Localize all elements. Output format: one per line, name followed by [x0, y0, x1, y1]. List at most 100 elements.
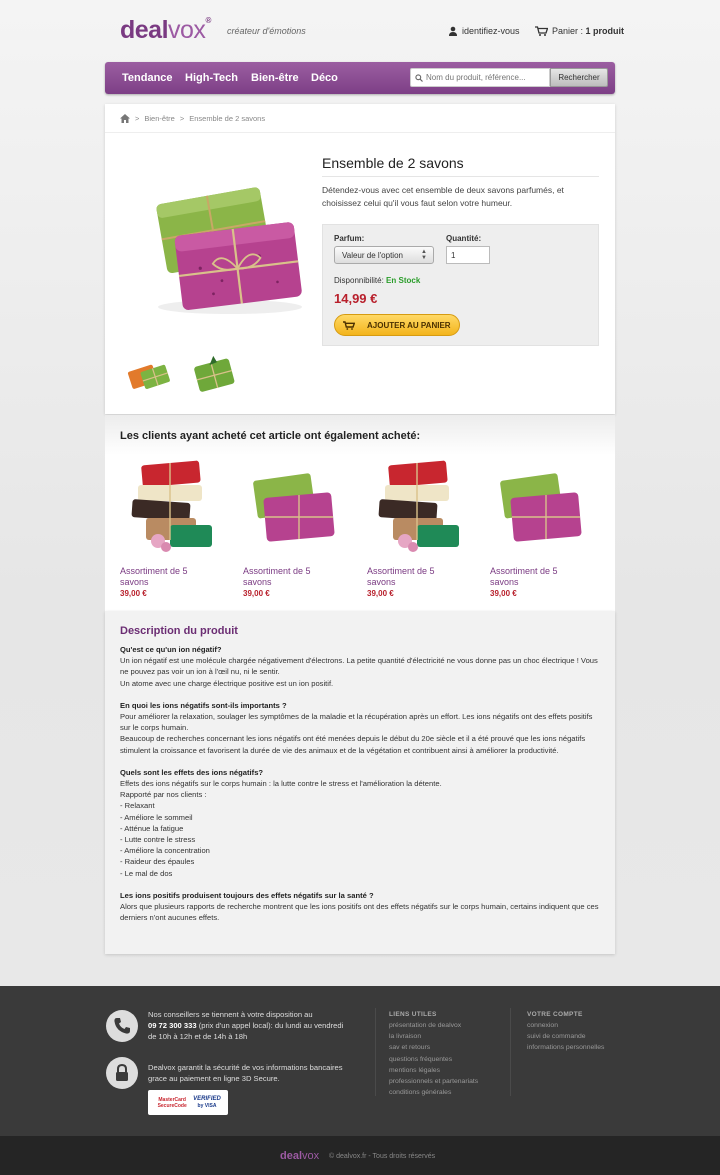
description-section: Les ions positifs produisent toujours de… — [120, 890, 602, 924]
site-header: dealvox® créateur d'émotions identifiez-… — [0, 0, 720, 62]
related-item[interactable]: Assortiment de 5 savons 39,00 € — [490, 455, 595, 598]
option-select-value: Valeur de l'option — [342, 251, 403, 260]
list-item: - Lutte contre le stress — [120, 835, 196, 845]
verified-by-visa-logo: VERIFIED by VISA — [193, 1095, 221, 1109]
cart-icon — [535, 26, 548, 36]
option-label: Parfum: — [334, 234, 365, 243]
footer-link[interactable]: la livraison — [389, 1031, 478, 1042]
quantity-label: Quantité: — [446, 234, 482, 243]
account-links-list: connexion suivi de commande informations… — [527, 1020, 604, 1054]
breadcrumb-separator: > — [179, 114, 185, 123]
select-arrows-icon: ▲ ▼ — [421, 249, 427, 261]
description-section: En quoi les ions négatifs sont-ils impor… — [120, 700, 602, 756]
section-heading: Qu'est ce qu'un ion négatif? — [120, 645, 222, 654]
secure-payment-badges: MasterCard SecureCode VERIFIED by VISA — [148, 1090, 228, 1115]
phone-number[interactable]: 09 72 300 333 — [148, 1021, 197, 1030]
product-title: Ensemble de 2 savons — [322, 155, 599, 177]
dealvox-logo[interactable]: dealvox® — [120, 16, 211, 45]
add-to-cart-label: AJOUTER AU PANIER — [367, 320, 451, 330]
related-item-name[interactable]: Assortiment de 5 savons — [490, 566, 580, 588]
section-text: Un atome avec une charge électrique posi… — [120, 678, 334, 688]
lock-icon — [106, 1057, 138, 1089]
useful-links-title: LIENS UTILES — [389, 1011, 437, 1018]
cart-link[interactable]: Panier : 1 produit — [535, 26, 624, 36]
description-section: Quels sont les effets des ions négatifs?… — [120, 767, 602, 879]
list-item: - Améliore le sommeil — [120, 812, 193, 822]
breadcrumb-category[interactable]: Bien-être — [144, 114, 174, 123]
breadcrumb: > Bien-être > Ensemble de 2 savons — [120, 114, 265, 123]
footer-link[interactable]: présentation de dealvox — [389, 1020, 478, 1031]
footer-link[interactable]: suivi de commande — [527, 1031, 604, 1042]
related-products: Les clients ayant acheté cet article ont… — [105, 415, 615, 611]
footer-link[interactable]: professionnels et partenariats — [389, 1076, 478, 1087]
related-item-price: 39,00 € — [367, 589, 394, 598]
option-select[interactable]: Valeur de l'option ▲ ▼ — [334, 246, 434, 264]
related-product-image[interactable] — [243, 455, 348, 560]
footer-divider — [375, 1008, 376, 1096]
section-text: Effets des ions négatifs sur le corps hu… — [120, 779, 442, 789]
breadcrumb-divider — [105, 132, 615, 133]
search-icon — [415, 73, 423, 82]
user-icon — [449, 26, 457, 36]
product-thumbnail-2[interactable] — [190, 352, 240, 396]
related-product-image[interactable] — [120, 455, 225, 560]
related-product-image[interactable] — [367, 455, 472, 560]
related-item-name[interactable]: Assortiment de 5 savons — [367, 566, 457, 588]
search-field[interactable] — [410, 68, 550, 87]
section-heading: Quels sont les effets des ions négatifs? — [120, 767, 264, 777]
footer-link[interactable]: mentions légales — [389, 1065, 478, 1076]
search-button[interactable]: Rechercher — [550, 68, 608, 87]
breadcrumb-separator: > — [135, 114, 140, 123]
contact-text: Nos conseillers se tiennent à votre disp… — [148, 1010, 344, 1041]
footer-logo[interactable]: dealvox — [280, 1150, 319, 1162]
account-links-title: VOTRE COMPTE — [527, 1011, 583, 1018]
footer-link[interactable]: sav et retours — [389, 1042, 478, 1053]
nav-tendance[interactable]: Tendance — [122, 72, 173, 84]
description-body: Qu'est ce qu'un ion négatif? Un ion néga… — [120, 644, 602, 934]
footer-link[interactable]: questions fréquentes — [389, 1054, 478, 1065]
add-to-cart-button[interactable]: AJOUTER AU PANIER — [334, 314, 460, 336]
product-price: 14,99 € — [334, 291, 378, 306]
product-main-image[interactable] — [140, 169, 315, 319]
availability-label: Disponnibilité: — [334, 276, 384, 285]
related-item[interactable]: Assortiment de 5 savons 39,00 € — [120, 455, 225, 598]
nav-deco[interactable]: Déco — [311, 72, 338, 84]
section-heading: En quoi les ions négatifs sont-ils impor… — [120, 700, 287, 710]
search-input[interactable] — [426, 73, 546, 82]
nav-high-tech[interactable]: High-Tech — [185, 72, 238, 84]
quantity-input[interactable]: 1 — [446, 246, 490, 264]
footer-link[interactable]: connexion — [527, 1020, 604, 1031]
related-item-name[interactable]: Assortiment de 5 savons — [243, 566, 333, 588]
list-item: - Relaxant — [120, 801, 155, 811]
tagline: créateur d'émotions — [227, 26, 306, 36]
section-text: Beaucoup de recherches concernant les io… — [120, 734, 586, 755]
list-item: - Améliore la concentration — [120, 846, 210, 856]
related-item-name[interactable]: Assortiment de 5 savons — [120, 566, 210, 588]
security-text: Dealvox garantit la sécurité de vos info… — [148, 1063, 343, 1083]
related-product-image[interactable] — [490, 455, 595, 560]
section-text: Pour améliorer la relaxation, soulager l… — [120, 712, 593, 733]
list-item: - Atténue la fatigue — [120, 823, 184, 833]
home-icon[interactable] — [120, 114, 130, 123]
availability: Disponnibilité: En Stock — [334, 276, 420, 285]
product-panel: > Bien-être > Ensemble de 2 savons Ensem… — [105, 104, 615, 414]
footer-link[interactable]: informations personnelles — [527, 1042, 604, 1053]
stock-status: En Stock — [386, 276, 421, 285]
footer-link[interactable]: conditions générales — [389, 1087, 478, 1098]
purchase-box: Parfum: Quantité: Valeur de l'option ▲ ▼ … — [322, 224, 599, 346]
cart-label: Panier : 1 produit — [552, 26, 625, 36]
account-label: identifiez-vous — [462, 26, 520, 36]
account-link[interactable]: identifiez-vous — [448, 26, 520, 36]
list-item: - Le mal de dos — [120, 868, 173, 878]
section-heading: Les ions positifs produisent toujours de… — [120, 890, 374, 900]
product-thumbnail-1[interactable] — [123, 354, 173, 394]
copyright: © dealvox.fr - Tous droits réservés — [329, 1153, 436, 1160]
related-item[interactable]: Assortiment de 5 savons 39,00 € — [367, 455, 472, 598]
useful-links-list: présentation de dealvox la livraison sav… — [389, 1020, 478, 1098]
phone-icon — [106, 1010, 138, 1042]
related-item[interactable]: Assortiment de 5 savons 39,00 € — [243, 455, 348, 598]
mastercard-securecode-logo: MasterCard SecureCode — [157, 1096, 187, 1109]
related-item-price: 39,00 € — [120, 589, 147, 598]
nav-bien-etre[interactable]: Bien-être — [251, 72, 299, 84]
description-section: Qu'est ce qu'un ion négatif? Un ion néga… — [120, 644, 602, 689]
